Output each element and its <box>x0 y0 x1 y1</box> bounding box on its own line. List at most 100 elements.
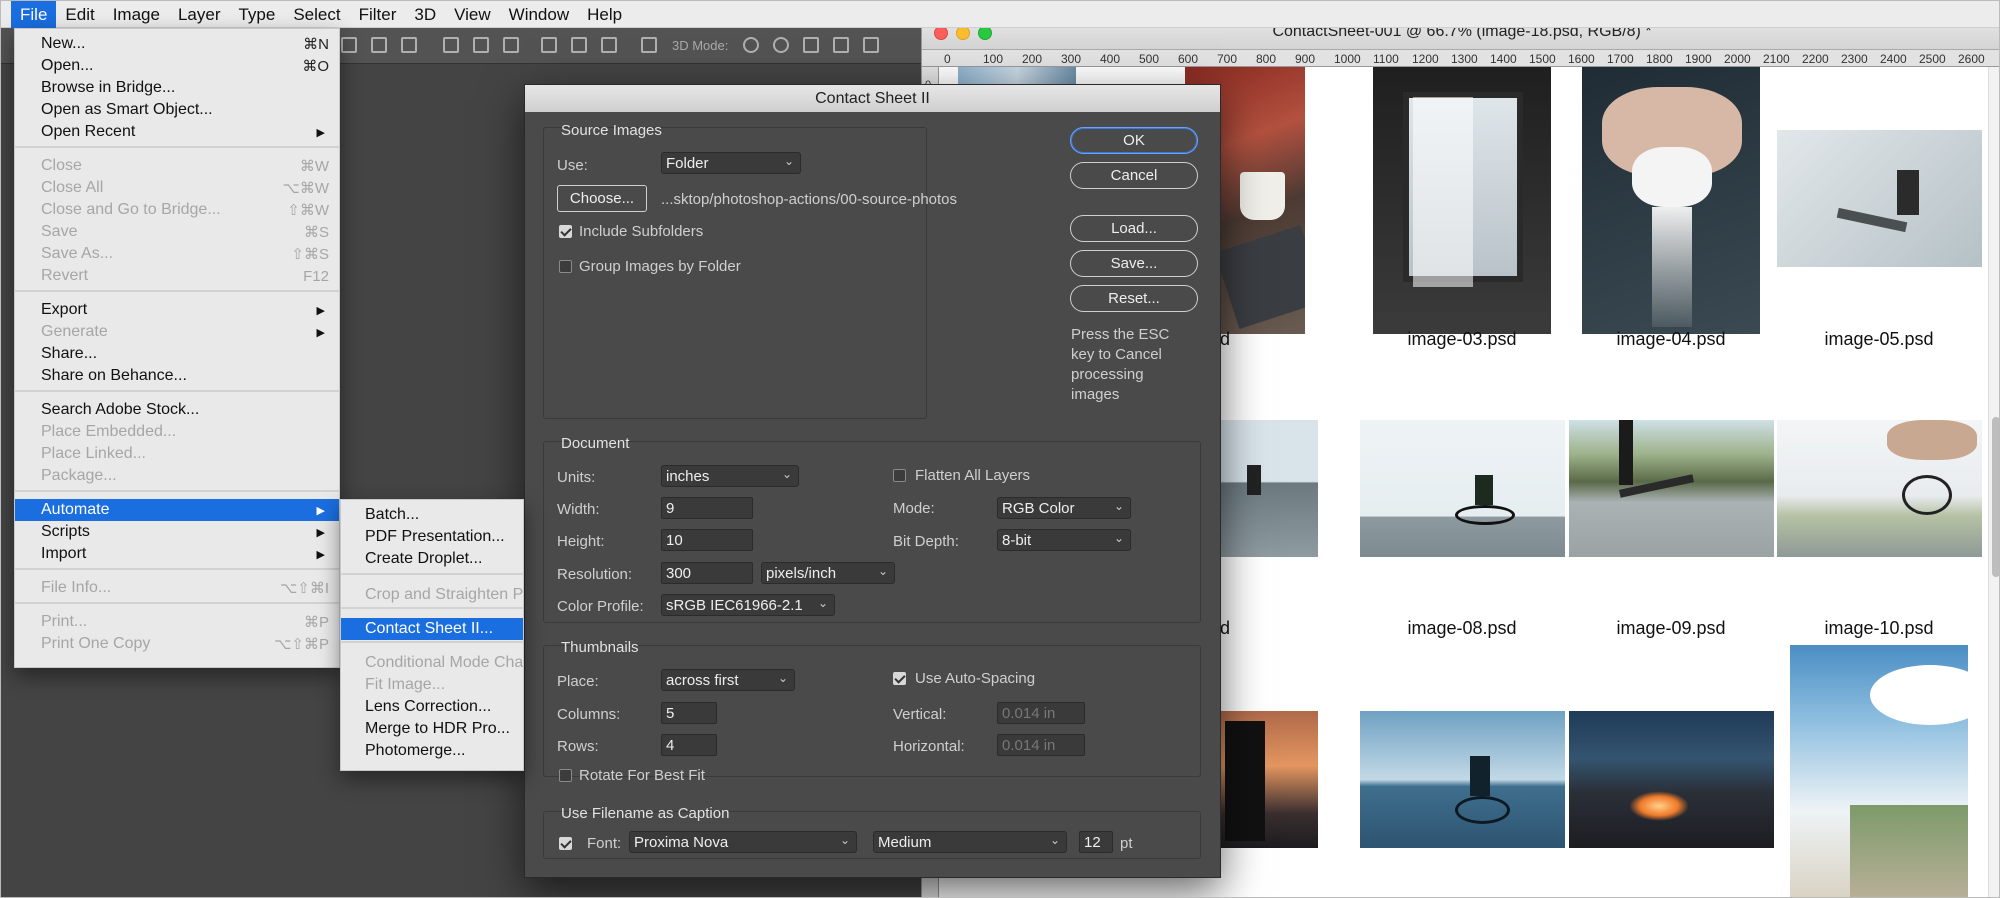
thumbnail-caption: image-03.psd <box>1407 329 1517 349</box>
ruler-tick-label: 2100 <box>1763 52 1790 66</box>
source-path: ...sktop/photoshop-actions/00-source-pho… <box>661 191 958 208</box>
menu-3d[interactable]: 3D <box>405 1 445 28</box>
font-weight-select[interactable]: Medium ⌄ <box>873 831 1067 853</box>
menu-help[interactable]: Help <box>578 1 631 28</box>
auto-align-icon[interactable] <box>641 37 657 53</box>
menu-select[interactable]: Select <box>284 1 349 28</box>
file-menu-item-automate[interactable]: Automate ▶ <box>15 499 339 521</box>
3d-pan-icon[interactable] <box>803 37 819 53</box>
distribute-center-icon[interactable] <box>571 37 587 53</box>
menu-item-label: Open... <box>41 57 94 74</box>
columns-input[interactable]: 5 <box>661 702 717 724</box>
file-menu-item-new[interactable]: New... ⌘N <box>15 33 339 55</box>
auto-spacing-checkbox[interactable] <box>893 672 906 685</box>
resolution-input[interactable]: 300 <box>661 562 753 584</box>
horizontal-ruler[interactable]: 0 100 200 300 400 500 600 700 800 900 1000 1100 1200… <box>922 50 1999 67</box>
file-menu-item-share[interactable]: Share... <box>15 343 339 365</box>
caption-legend: Use Filename as Caption <box>561 805 730 822</box>
rotate-best-fit-checkbox[interactable] <box>559 769 572 782</box>
automate-menu-item-lens-correction[interactable]: Lens Correction... <box>341 696 523 718</box>
3d-slide-icon[interactable] <box>833 37 849 53</box>
font-size-input[interactable]: 12 <box>1079 831 1113 853</box>
use-select[interactable]: Folder ⌄ <box>661 152 801 174</box>
automate-menu-item-photomerge[interactable]: Photomerge... <box>341 740 523 762</box>
file-menu-item-open-recent[interactable]: Open Recent ▶ <box>15 121 339 143</box>
3d-orbit-icon[interactable] <box>743 37 759 53</box>
distribute-left-icon[interactable] <box>541 37 557 53</box>
menu-image[interactable]: Image <box>104 1 169 28</box>
font-select[interactable]: Proxima Nova ⌄ <box>629 831 857 853</box>
ruler-tick-label: 2300 <box>1841 52 1868 66</box>
file-menu-item-import[interactable]: Import ▶ <box>15 543 339 565</box>
menu-file[interactable]: File <box>11 1 57 28</box>
bit-depth-select[interactable]: 8-bit ⌄ <box>997 529 1131 551</box>
color-profile-select[interactable]: sRGB IEC61966-2.1 ⌄ <box>661 594 835 616</box>
menu-separator <box>341 641 523 644</box>
automate-menu-item-pdf-presentation[interactable]: PDF Presentation... <box>341 526 523 548</box>
menu-filter[interactable]: Filter <box>350 1 406 28</box>
units-select[interactable]: inches ⌄ <box>661 465 799 487</box>
menu-layer[interactable]: Layer <box>169 1 230 28</box>
submenu-arrow-icon: ▶ <box>316 326 325 339</box>
menu-item-label: Import <box>41 545 87 562</box>
place-select[interactable]: across first ⌄ <box>661 669 795 691</box>
cancel-button[interactable]: Cancel <box>1070 162 1198 189</box>
3d-scale-icon[interactable] <box>863 37 879 53</box>
photo-thumbnail <box>1777 130 1982 267</box>
width-input[interactable]: 9 <box>661 497 753 519</box>
include-subfolders-checkbox[interactable] <box>559 225 572 238</box>
automate-menu-item-merge-to-hdr-pro[interactable]: Merge to HDR Pro... <box>341 718 523 740</box>
vertical-scrollbar[interactable] <box>1988 67 1999 897</box>
file-menu-item-open[interactable]: Open... ⌘O <box>15 55 339 77</box>
menu-view[interactable]: View <box>445 1 500 28</box>
3d-roll-icon[interactable] <box>773 37 789 53</box>
choose-button[interactable]: Choose... <box>557 185 647 212</box>
distribute-bottom-icon[interactable] <box>503 37 519 53</box>
file-menu-item-browse-in-bridge[interactable]: Browse in Bridge... <box>15 77 339 99</box>
menu-item-label: Open Recent <box>41 123 136 140</box>
use-caption-checkbox[interactable] <box>559 837 572 850</box>
distribute-middle-icon[interactable] <box>473 37 489 53</box>
align-top-icon[interactable] <box>341 37 357 53</box>
menu-item-label: Crop and Straighten P <box>365 586 524 603</box>
file-menu-item-scripts[interactable]: Scripts ▶ <box>15 521 339 543</box>
ruler-tick-label: 1900 <box>1685 52 1712 66</box>
menu-window[interactable]: Window <box>500 1 578 28</box>
automate-menu-item-create-droplet[interactable]: Create Droplet... <box>341 548 523 570</box>
menu-item-label: Revert <box>41 267 89 284</box>
file-menu-item-search-adobe-stock[interactable]: Search Adobe Stock... <box>15 399 339 421</box>
align-bottom-icon[interactable] <box>401 37 417 53</box>
horizontal-spacing-input[interactable]: 0.014 in <box>997 734 1085 756</box>
menu-item-label: Scripts <box>41 523 90 540</box>
load-button[interactable]: Load... <box>1070 215 1198 242</box>
automate-menu-item-batch[interactable]: Batch... <box>341 504 523 526</box>
menu-edit[interactable]: Edit <box>56 1 103 28</box>
distribute-right-icon[interactable] <box>601 37 617 53</box>
file-menu-item-share-on-behance[interactable]: Share on Behance... <box>15 365 339 387</box>
width-label: Width: <box>557 501 600 518</box>
vertical-spacing-input[interactable]: 0.014 in <box>997 702 1085 724</box>
automate-menu-item-contact-sheet-ii[interactable]: Contact Sheet II... <box>341 618 523 640</box>
photo-thumbnail <box>1373 67 1551 334</box>
mode-label: Mode: <box>893 500 935 517</box>
menu-shortcut: ⌘S <box>303 224 329 241</box>
save-button[interactable]: Save... <box>1070 250 1198 277</box>
ok-button[interactable]: OK <box>1070 127 1198 154</box>
mode-select[interactable]: RGB Color ⌄ <box>997 497 1131 519</box>
scrollbar-thumb[interactable] <box>1992 417 1999 577</box>
reset-button[interactable]: Reset... <box>1070 285 1198 312</box>
thumbnail-caption: image-05.psd <box>1824 329 1934 349</box>
file-menu-item-open-as-smart-object[interactable]: Open as Smart Object... <box>15 99 339 121</box>
height-input[interactable]: 10 <box>661 529 753 551</box>
ruler-tick-label: 900 <box>1295 52 1316 66</box>
distribute-top-icon[interactable] <box>443 37 459 53</box>
group-by-folder-checkbox[interactable] <box>559 260 572 273</box>
menu-item-label: Share... <box>41 345 98 362</box>
flatten-layers-checkbox[interactable] <box>893 469 906 482</box>
rows-input[interactable]: 4 <box>661 734 717 756</box>
align-middle-icon[interactable] <box>371 37 387 53</box>
resolution-unit-select[interactable]: pixels/inch ⌄ <box>761 562 895 584</box>
file-menu-item-export[interactable]: Export ▶ <box>15 299 339 321</box>
dialog-title[interactable]: Contact Sheet II <box>525 85 1220 112</box>
menu-type[interactable]: Type <box>229 1 284 28</box>
